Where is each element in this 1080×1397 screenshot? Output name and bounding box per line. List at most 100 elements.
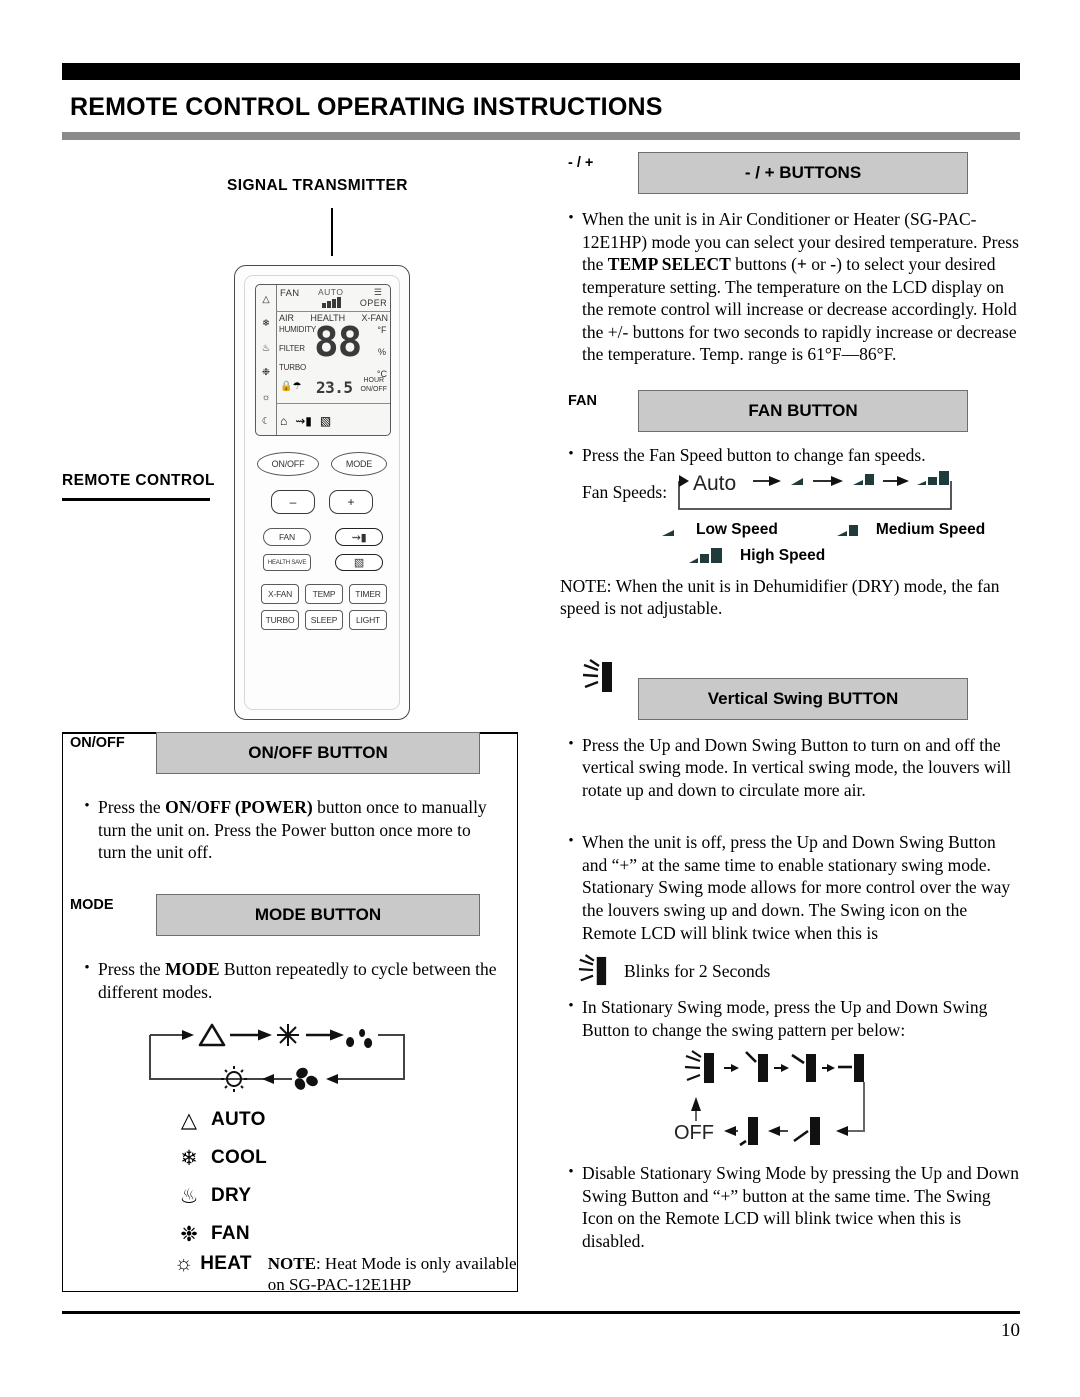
mode-bullet-1-text: Press the MODE Button repeatedly to cycl… [98,958,498,1003]
page-number: 10 [1001,1320,1020,1341]
lcd-turbo-label: TURBO [279,363,307,372]
mode-list: △ AUTO ❄ COOL ♨ DRY ❉ FAN ☼ HEAT NOTE: H… [174,1101,518,1295]
remote-fan-button[interactable]: FAN [263,528,311,546]
remote-turbo-button[interactable]: TURBO [261,610,299,630]
remote-onoff-button-label: ON/OFF [271,459,305,469]
swing-bullet-2: • When the unit is off, press the Up and… [560,831,1020,944]
remote-vertical-swing-button[interactable]: ⇝▮ [335,528,383,546]
lcd-left-indicator-words: HUMIDITY FILTER TURBO [279,325,316,382]
bullet-marker: • [84,960,90,976]
remote-horizontal-swing-button[interactable]: ▧ [335,554,383,571]
bullet-marker: • [568,1164,574,1181]
remote-timer-button[interactable]: TIMER [349,584,387,604]
lcd-bottom-icon-row: ⌂ ⇝▮ ▧ [280,407,388,435]
plusminus-bullet-1-text: When the unit is in Air Conditioner or H… [582,208,1020,366]
swing-bullet-1-text: Press the Up and Down Swing Button to tu… [582,734,1012,800]
remote-plus-button[interactable]: + [329,490,373,514]
water-drops-icon: ♨ [179,1183,199,1208]
lcd-signal-icon: ☰ [373,287,382,297]
remote-xfan-button[interactable]: X-FAN [261,584,299,604]
remote-sleep-button-label: SLEEP [310,615,338,625]
right-column: - / + - / + BUTTONS • When the unit is i… [560,152,1020,1292]
swing-bullet-1: • Press the Up and Down Swing Button to … [560,734,1020,802]
mode-auto-label: AUTO [211,1109,266,1131]
page-title: REMOTE CONTROL OPERATING INSTRUCTIONS [70,93,663,121]
plusminus-text-2: buttons ( [730,254,797,275]
bullet-marker: • [568,998,574,1015]
lcd-top-row: FAN AUTO ☰ OPER [278,287,388,311]
swing-bullet-2-text: When the unit is off, press the Up and D… [582,832,1011,943]
lcd-xfan-label: X-FAN [361,313,388,323]
signal-transmitter-label: SIGNAL TRANSMITTER [227,177,408,194]
fan-speed-cycle-svg: Auto [678,470,952,510]
fan-tab-label: FAN [568,392,597,409]
fan-speed-cycle-diagram: Auto [675,469,965,517]
onoff-text-pre: Press the [98,797,166,817]
swing-bullet-3: • In Stationary Swing mode, press the Up… [560,996,1020,1041]
fan-legend-row-2: High Speed [688,547,1020,565]
lcd-water-drops-icon: ♨ [261,343,271,354]
lcd-divider-bottom [276,403,390,405]
bullet-marker: • [568,833,574,850]
fan-speeds-label: Fan Speeds: [582,482,668,502]
signal-transmitter-leader-line [331,208,333,256]
lcd-filter-label: FILTER [279,344,305,353]
lcd-divider-top [276,311,390,313]
lcd-percent-label: % [377,347,386,357]
bullet-marker: • [568,735,574,752]
mode-tab-label: MODE [70,897,114,913]
remote-mode-button[interactable]: MODE [331,452,387,476]
mode-fan-label: FAN [211,1223,250,1245]
fan-legend-high: High Speed [688,547,825,565]
lcd-fan-blades-icon: ❉ [262,368,270,378]
footer-rule [62,1311,1020,1314]
remote-onoff-button[interactable]: ON/OFF [257,452,319,476]
auto-triangle-icon: △ [180,1107,198,1132]
fan-legend-low: Low Speed [660,521,778,539]
remote-plus-button-label: + [347,495,355,509]
lcd-mode-icon-column: △ ❄ ♨ ❉ ☼ ☾ [256,285,276,435]
plusminus-tab-label: - / + [568,155,594,171]
remote-minus-button-label: – [289,495,297,509]
mode-bullet-1: • Press the MODE Button repeatedly to cy… [62,958,518,1003]
remote-temp-button[interactable]: TEMP [305,584,343,604]
remote-light-button[interactable]: LIGHT [349,610,387,630]
lcd-fan-speed-bars-icon [322,297,341,308]
mode-list-item: ☼ HEAT NOTE: Heat Mode is only available… [174,1253,518,1295]
left-column: SIGNAL TRANSMITTER REMOTE CONTROL △ ❄ ♨ … [62,152,542,1295]
lcd-divider-vertical [276,285,278,435]
swing-section-title: Vertical Swing BUTTON [638,677,968,720]
heat-mode-note: NOTE: Heat Mode is only available on SG-… [268,1253,518,1296]
remote-sleep-button[interactable]: SLEEP [305,610,343,630]
heat-note-bold: NOTE [267,1254,316,1274]
lcd-air-label: AIR [279,313,295,323]
fan-legend-medium-label: Medium Speed [875,520,986,538]
lcd-moon-icon: ☾ [261,417,271,427]
swing-section: Vertical Swing BUTTON • Press the Up and… [560,658,1020,1253]
fan-section-title: FAN BUTTON [638,389,968,432]
fan-section: FAN FAN BUTTON • Press the Fan Speed but… [560,389,1020,620]
onoff-tab-label: ON/OFF [70,735,125,751]
plusminus-text-bold-1: TEMP SELECT [607,254,731,275]
lcd-oper-label: OPER [359,298,387,308]
bullet-marker: • [568,445,574,462]
lcd-vertical-swing-icon: ⇝▮ [295,413,312,428]
remote-mode-button-label: MODE [345,459,373,469]
remote-health-save-button[interactable]: HEALTH SAVE [263,554,311,571]
fan-bar-low-icon [662,529,674,536]
plusminus-bullet-1: • When the unit is in Air Conditioner or… [560,208,1020,366]
header-rule-top [62,63,1020,80]
plusminus-section: - / + - / + BUTTONS • When the unit is i… [560,152,1020,366]
blink-duration-label: Blinks for 2 Seconds [624,960,771,981]
swing-bullet-4-text: Disable Stationary Swing Mode by pressin… [582,1163,1019,1251]
remote-timer-button-label: TIMER [355,589,381,599]
lcd-onoff-label: ON/OFF [360,385,387,393]
remote-xfan-button-label: X-FAN [267,589,293,599]
fan-bar-high-icon [689,547,722,563]
swing-bullet-4: • Disable Stationary Swing Mode by press… [560,1162,1020,1252]
onoff-section-callout: ON/OFF ON/OFF BUTTON [62,732,518,774]
fan-legend-high-label: High Speed [740,546,826,564]
swing-bullet-3-text: In Stationary Swing mode, press the Up a… [582,997,988,1040]
remote-minus-button[interactable]: – [271,490,315,514]
mode-cycle-svg [149,1023,405,1093]
